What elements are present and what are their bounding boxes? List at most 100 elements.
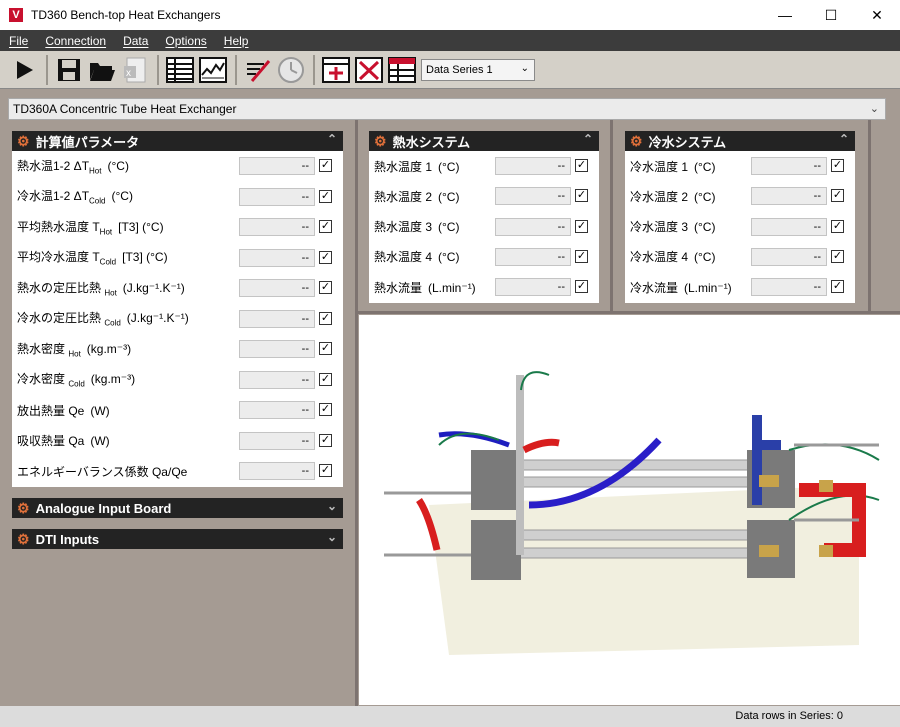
cold-panel-header[interactable]: ⚙ 冷水システム ⌃ [625,131,855,151]
log-checkbox[interactable]: ✓ [319,433,332,447]
log-checkbox[interactable]: ✓ [831,219,844,233]
log-checkbox[interactable]: ✓ [575,159,588,172]
equipment-viewer[interactable] [359,315,900,705]
log-checkbox[interactable]: ✓ [319,220,332,233]
cold-panel-title: 冷水システム [648,134,727,150]
open-folder-icon[interactable] [86,54,118,86]
param-row: エネルギーバランス係数 Qa/Qe -- ✓ [12,460,343,482]
param-row: 平均冷水温度 TCold [T3] (°C) -- ✓ [12,247,343,269]
param-unit: (L.min⁻¹) [684,280,732,295]
log-checkbox[interactable]: ✓ [319,342,332,355]
log-checkbox[interactable]: ✓ [319,189,332,203]
toolbar-divider [157,54,159,85]
param-unit: (°C) [694,189,716,204]
maximize-button[interactable]: ☐ [808,0,854,30]
param-label: 熱水温1-2 ΔTHot (°C) [17,157,129,175]
param-label: 冷水温度 1 (°C) [630,158,715,175]
menu-connection[interactable]: Connection [45,34,106,48]
param-unit: (°C) [694,220,716,235]
param-label-text: 放出熱量 Qe [17,403,85,418]
param-value: -- [751,187,827,206]
param-value: -- [239,279,315,297]
param-value: -- [751,217,827,236]
param-label-text: 熱水温度 2 [374,189,433,204]
menu-file[interactable]: File [9,34,28,48]
param-label-subscript: Hot [104,288,117,298]
param-label: 冷水温度 4 (°C) [630,248,715,265]
param-unit: [T3] (°C) [118,219,164,234]
app-logo: V [9,8,23,22]
log-checkbox[interactable]: ✓ [319,281,332,294]
add-series-icon[interactable] [320,54,352,86]
expand-icon[interactable]: ⌄ [327,499,337,513]
param-row: 冷水温度 3 (°C) -- ✓ [625,216,855,238]
param-row: 冷水温度 4 (°C) -- ✓ [625,246,855,268]
param-row: 冷水温1-2 ΔTCold (°C) -- ✓ [12,186,343,208]
log-checkbox[interactable]: ✓ [319,159,332,172]
param-row: 熱水の定圧比熱 Hot (J.kg⁻¹.K⁻¹) -- ✓ [12,277,343,299]
log-checkbox[interactable]: ✓ [319,311,332,325]
menu-options[interactable]: Options [165,34,206,48]
log-checkbox[interactable]: ✓ [831,189,844,203]
exchanger-select[interactable]: TD360A Concentric Tube Heat Exchanger ⌄ [8,98,886,120]
collapse-icon[interactable]: ⌃ [839,132,849,146]
edit-chart-icon[interactable] [242,54,274,86]
param-value: -- [751,247,827,266]
param-label: 熱水の定圧比熱 Hot (J.kg⁻¹.K⁻¹) [17,279,185,297]
collapse-icon[interactable]: ⌃ [583,132,593,146]
panel-divider [610,120,613,312]
data-series-select[interactable]: Data Series 1 ⌄ [421,58,535,81]
status-text: Data rows in Series: 0 [735,710,843,722]
export-excel-icon[interactable]: x [119,54,151,86]
param-label-text: 冷水密度 [17,372,69,387]
log-checkbox[interactable]: ✓ [319,464,332,477]
param-row: 冷水温度 2 (°C) -- ✓ [625,185,855,207]
toolbar: x Data Series 1 ⌄ [0,51,900,89]
log-checkbox[interactable]: ✓ [319,403,332,416]
param-row: 熱水温度 3 (°C) -- ✓ [369,216,599,238]
close-button[interactable]: ✕ [854,0,900,30]
calc-panel-title: 計算値パラメータ [35,134,140,150]
param-label: 冷水密度 Cold (kg.m⁻³) [17,370,135,388]
chart-icon[interactable] [197,54,229,86]
chevron-down-icon: ⌄ [520,62,529,74]
param-label-text: 冷水温度 2 [630,189,689,204]
expand-icon[interactable]: ⌄ [327,530,337,544]
menu-help[interactable]: Help [224,34,249,48]
analogue-input-bar[interactable]: ⚙ Analogue Input Board ⌄ [12,498,343,518]
save-icon[interactable] [53,54,85,86]
play-icon[interactable] [8,54,40,86]
param-value: -- [239,401,315,419]
dti-inputs-bar[interactable]: ⚙ DTI Inputs ⌄ [12,529,343,549]
log-checkbox[interactable]: ✓ [575,219,588,233]
param-unit: (°C) [438,189,460,204]
log-checkbox[interactable]: ✓ [575,249,588,263]
calc-panel: ⚙ 計算値パラメータ ⌃ 熱水温1-2 ΔTHot (°C) -- ✓ 冷水温1-2 Δ… [12,131,343,487]
series-table-icon[interactable] [386,54,418,86]
log-checkbox[interactable]: ✓ [575,189,588,203]
log-checkbox[interactable]: ✓ [319,250,332,264]
log-checkbox[interactable]: ✓ [575,280,588,294]
log-checkbox[interactable]: ✓ [831,159,844,172]
param-value: -- [495,217,571,236]
param-label-text: 冷水温1-2 ΔT [17,189,90,204]
param-label: 熱水温度 2 (°C) [374,188,459,205]
param-value: -- [495,157,571,175]
log-checkbox[interactable]: ✓ [831,280,844,294]
param-label-text: 熱水温度 3 [374,220,433,235]
log-checkbox[interactable]: ✓ [831,249,844,263]
param-label: 冷水流量 (L.min⁻¹) [630,279,732,296]
param-unit: (°C) [694,250,716,265]
param-unit: (°C) [694,159,716,174]
clock-icon[interactable] [275,54,307,86]
delete-series-icon[interactable] [353,54,385,86]
minimize-button[interactable]: — [762,0,808,30]
collapse-icon[interactable]: ⌃ [327,132,337,146]
param-label: 熱水温度 1 (°C) [374,158,459,175]
menu-data[interactable]: Data [123,34,148,48]
param-label: 平均冷水温度 TCold [T3] (°C) [17,248,168,266]
calc-panel-header[interactable]: ⚙ 計算値パラメータ ⌃ [12,131,343,151]
table-icon[interactable] [164,54,196,86]
hot-panel-header[interactable]: ⚙ 熱水システム ⌃ [369,131,599,151]
log-checkbox[interactable]: ✓ [319,372,332,386]
